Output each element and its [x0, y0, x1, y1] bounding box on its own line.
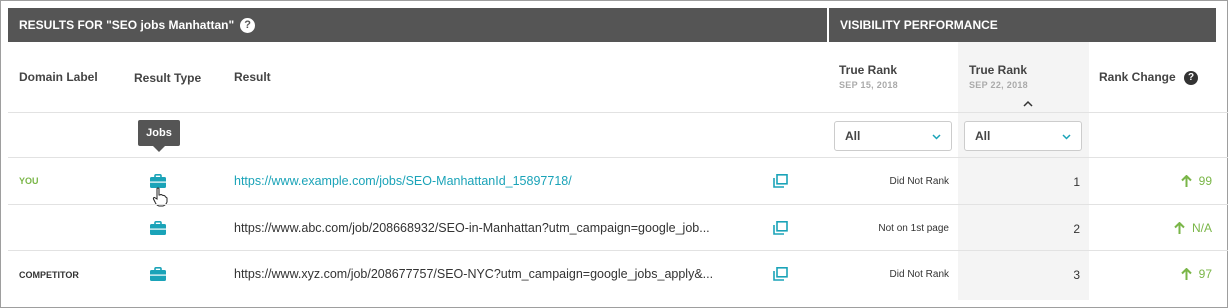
open-external-icon[interactable]: [773, 221, 788, 235]
true-rank-current-filter[interactable]: All: [964, 121, 1082, 151]
results-title: RESULTS FOR "SEO jobs Manhattan": [19, 18, 235, 32]
true-rank-prev-value: Not on 1st page: [878, 223, 949, 234]
divider: [8, 112, 1228, 113]
column-result[interactable]: Result: [234, 70, 271, 84]
rank-change-number: 97: [1198, 267, 1212, 281]
column-rank-change[interactable]: Rank Change ?: [1099, 70, 1199, 85]
filter-value: All: [975, 129, 991, 143]
visibility-title: VISIBILITY PERFORMANCE: [840, 18, 998, 32]
results-header: RESULTS FOR "SEO jobs Manhattan" ?: [8, 8, 827, 42]
rank-change-number: 99: [1198, 174, 1212, 188]
domain-label: YOU: [19, 176, 39, 186]
result-link[interactable]: https://www.xyz.com/job/208677757/SEO-NY…: [234, 267, 713, 281]
filter-value: All: [845, 129, 861, 143]
domain-label: COMPETITOR: [19, 270, 79, 280]
rank-change-label: Rank Change: [1099, 70, 1176, 84]
result-type-tooltip: Jobs: [138, 120, 180, 152]
true-rank-prev-value: Did Not Rank: [889, 269, 949, 280]
true-rank-current-value: 3: [1073, 268, 1080, 282]
column-true-rank-prev[interactable]: True Rank: [839, 63, 897, 77]
rank-change-value: N/A: [1174, 221, 1212, 235]
true-rank-current-value: 1: [1073, 175, 1080, 189]
column-true-rank-current-date: SEP 22, 2018: [969, 80, 1028, 90]
arrow-up-icon: [1180, 175, 1192, 187]
rank-change-value: 97: [1180, 267, 1212, 281]
divider: [8, 157, 1228, 158]
help-icon[interactable]: ?: [1184, 70, 1199, 85]
rank-change-number: N/A: [1191, 221, 1212, 235]
divider: [8, 250, 1228, 251]
arrow-up-icon: [1180, 268, 1192, 280]
rank-change-value: 99: [1180, 174, 1212, 188]
column-domain-label[interactable]: Domain Label: [19, 70, 98, 84]
briefcase-icon[interactable]: [150, 174, 166, 188]
briefcase-icon[interactable]: [150, 267, 166, 281]
chevron-down-icon: [932, 134, 941, 140]
divider: [8, 204, 1228, 205]
help-icon[interactable]: ?: [240, 17, 256, 33]
open-external-icon[interactable]: [773, 174, 788, 188]
open-external-icon[interactable]: [773, 267, 788, 281]
chevron-down-icon: [1062, 134, 1071, 140]
result-link[interactable]: https://www.abc.com/job/208668932/SEO-in…: [234, 221, 710, 235]
result-link[interactable]: https://www.example.com/jobs/SEO-Manhatt…: [234, 174, 572, 188]
true-rank-prev-filter[interactable]: All: [834, 121, 952, 151]
sort-ascending-icon[interactable]: [1023, 99, 1033, 109]
arrow-up-icon: [1174, 222, 1185, 234]
column-result-type[interactable]: Result Type: [134, 71, 201, 85]
column-true-rank-prev-date: SEP 15, 2018: [839, 80, 898, 90]
true-rank-current-value: 2: [1073, 222, 1080, 236]
briefcase-icon[interactable]: [150, 221, 166, 235]
column-true-rank-current[interactable]: True Rank: [969, 63, 1027, 77]
true-rank-prev-value: Did Not Rank: [889, 176, 949, 187]
visibility-header: VISIBILITY PERFORMANCE: [829, 8, 1216, 42]
